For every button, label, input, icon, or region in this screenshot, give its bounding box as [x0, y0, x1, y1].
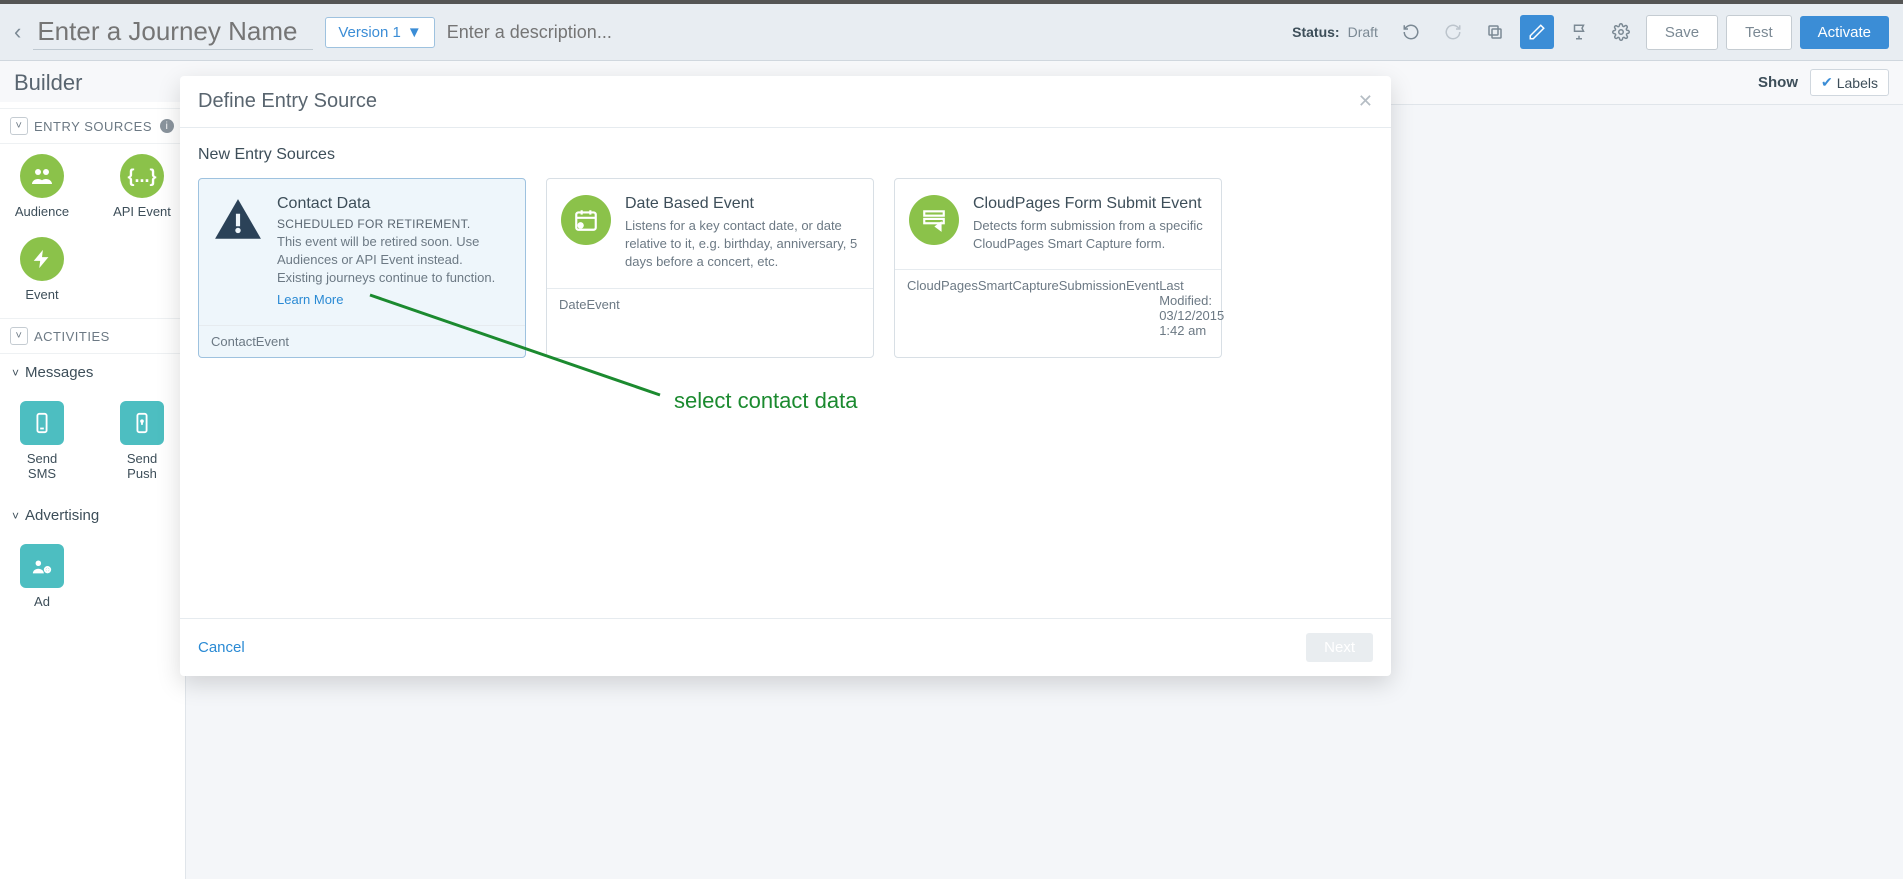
entry-sources-items: Audience {...} API Event Event: [0, 144, 185, 318]
form-icon: [909, 195, 959, 245]
ad-icon: [20, 544, 64, 588]
card-footer-right: Last Modified: 03/12/2015 1:42 am: [1159, 278, 1224, 338]
card-date-based-event[interactable]: Date Based Event Listens for a key conta…: [546, 178, 874, 358]
messages-header[interactable]: ˅ Messages: [0, 354, 185, 391]
advertising-header[interactable]: ˅ Advertising: [0, 497, 185, 534]
back-icon[interactable]: ‹: [14, 19, 21, 45]
audience-icon: [20, 154, 64, 198]
card-description: Detects form submission from a specific …: [973, 217, 1207, 253]
modal-body: New Entry Sources Contact Data SCHEDULED…: [180, 128, 1391, 618]
modal-header: Define Entry Source ✕: [180, 76, 1391, 128]
event-icon: [20, 237, 64, 281]
card-description: This event will be retired soon. Use Aud…: [277, 233, 511, 288]
card-footer-left: DateEvent: [559, 297, 620, 312]
caret-down-icon: ▼: [407, 24, 422, 41]
status-label: Status:: [1292, 24, 1339, 40]
page-title: Builder: [14, 70, 82, 96]
sidebar-item-api-event[interactable]: {...} API Event: [112, 154, 172, 219]
next-button[interactable]: Next: [1306, 633, 1373, 662]
info-icon: i: [160, 119, 174, 133]
card-subtitle: SCHEDULED FOR RETIREMENT.: [277, 217, 511, 231]
cancel-button[interactable]: Cancel: [198, 639, 245, 656]
undo-button[interactable]: [1394, 15, 1428, 49]
settings-icon[interactable]: [1604, 15, 1638, 49]
card-footer-left: ContactEvent: [211, 334, 289, 349]
activities-header[interactable]: ˅ ACTIVITIES: [0, 318, 185, 354]
sidebar-item-label: Ad: [34, 594, 50, 609]
card-footer: ContactEvent: [199, 325, 525, 357]
modal-title: Define Entry Source: [198, 90, 377, 113]
sidebar-item-label: Audience: [15, 204, 69, 219]
version-label: Version 1: [338, 24, 401, 41]
journey-name-input[interactable]: [33, 14, 313, 50]
modal-footer: Cancel Next: [180, 618, 1391, 676]
card-cloudpages-form[interactable]: CloudPages Form Submit Event Detects for…: [894, 178, 1222, 358]
redo-button: [1436, 15, 1470, 49]
labels-text: Labels: [1837, 75, 1878, 91]
builder-sidebar: ˅ ENTRY SOURCES i Audience {...} API Eve…: [0, 102, 186, 879]
activate-button[interactable]: Activate: [1800, 16, 1889, 49]
top-toolbar: ‹ Version 1 ▼ Status: Draft Save Test Ac…: [0, 0, 1903, 61]
card-title: Date Based Event: [625, 195, 859, 213]
card-description: Listens for a key contact date, or date …: [625, 217, 859, 272]
card-footer: DateEvent: [547, 288, 873, 320]
chevron-down-icon: ˅: [12, 509, 19, 523]
card-title: Contact Data: [277, 195, 511, 213]
warning-icon: [213, 195, 263, 245]
modal-backdrop: Define Entry Source ✕ New Entry Sources …: [0, 0, 1903, 879]
copy-icon[interactable]: [1478, 15, 1512, 49]
sidebar-item-label: Send SMS: [12, 451, 72, 481]
sidebar-item-send-sms[interactable]: Send SMS: [12, 401, 72, 481]
sidebar-item-send-push[interactable]: Send Push: [112, 401, 172, 481]
sidebar-item-ad[interactable]: Ad: [12, 544, 72, 609]
edit-button[interactable]: [1520, 15, 1554, 49]
check-icon: ✔: [1821, 74, 1833, 91]
learn-more-link[interactable]: Learn More: [277, 292, 343, 307]
define-entry-source-modal: Define Entry Source ✕ New Entry Sources …: [180, 76, 1391, 676]
description-input[interactable]: [447, 22, 827, 43]
save-button[interactable]: Save: [1646, 15, 1718, 50]
card-footer: CloudPagesSmartCaptureSubmissionEvent La…: [895, 269, 1221, 346]
sidebar-item-event[interactable]: Event: [12, 237, 72, 302]
activities-label: ACTIVITIES: [34, 329, 110, 344]
chevron-down-icon: ˅: [10, 117, 28, 135]
chevron-down-icon: ˅: [10, 327, 28, 345]
close-icon[interactable]: ✕: [1358, 91, 1373, 112]
sidebar-item-label: API Event: [113, 204, 171, 219]
sidebar-item-label: Event: [25, 287, 58, 302]
labels-toggle[interactable]: ✔ Labels: [1810, 69, 1889, 96]
test-button[interactable]: Test: [1726, 15, 1792, 50]
sidebar-item-label: Send Push: [112, 451, 172, 481]
messages-label: Messages: [25, 364, 93, 381]
calendar-icon: [561, 195, 611, 245]
api-event-icon: {...}: [120, 154, 164, 198]
modal-body-title: New Entry Sources: [198, 146, 1373, 164]
entry-sources-header[interactable]: ˅ ENTRY SOURCES i: [0, 108, 185, 144]
card-footer-left: CloudPagesSmartCaptureSubmissionEvent: [907, 278, 1159, 338]
entry-source-cards: Contact Data SCHEDULED FOR RETIREMENT. T…: [198, 178, 1373, 358]
topbar-right: Status: Draft Save Test Activate: [1292, 15, 1889, 50]
sms-icon: [20, 401, 64, 445]
show-label: Show: [1758, 74, 1798, 91]
status-value: Draft: [1348, 24, 1378, 40]
advertising-items: Ad: [0, 534, 185, 625]
advertising-label: Advertising: [25, 507, 99, 524]
card-title: CloudPages Form Submit Event: [973, 195, 1207, 213]
card-contact-data[interactable]: Contact Data SCHEDULED FOR RETIREMENT. T…: [198, 178, 526, 358]
push-icon: [120, 401, 164, 445]
messages-items: Send SMS Send Push: [0, 391, 185, 497]
chevron-down-icon: ˅: [12, 366, 19, 380]
goal-icon[interactable]: [1562, 15, 1596, 49]
version-dropdown[interactable]: Version 1 ▼: [325, 17, 434, 48]
sidebar-item-audience[interactable]: Audience: [12, 154, 72, 219]
entry-sources-label: ENTRY SOURCES: [34, 119, 152, 134]
